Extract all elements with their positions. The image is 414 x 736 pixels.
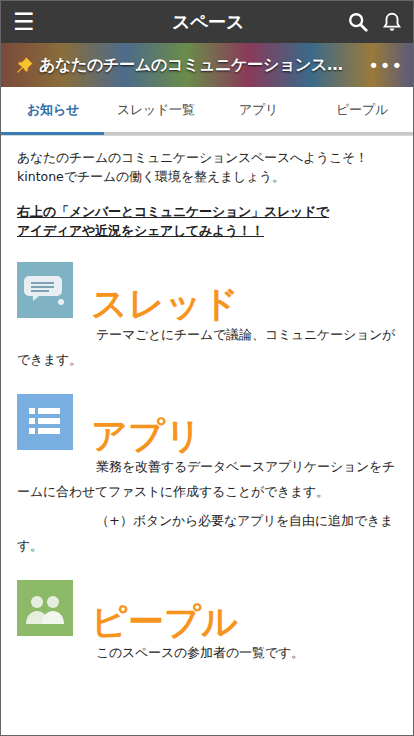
tab[interactable]: スレッド一覧 — [104, 87, 207, 135]
top-actions — [343, 11, 403, 33]
more-button[interactable]: ••• — [368, 55, 403, 76]
tab-label: ピープル — [336, 101, 388, 119]
highlight-text: 右上の「メンバーとコミュニケーション」スレッドでアイディアや近況をシェアしてみよ… — [17, 202, 397, 240]
tab[interactable]: お知らせ — [1, 87, 104, 135]
notice-content: あなたのチームのコミュニケーションスペースへようこそ！kintoneでチームの働… — [1, 136, 413, 665]
section-description: このスペースの参加者の一覧です。 — [17, 640, 397, 665]
thread-icon — [17, 262, 73, 318]
app-root: ☰スペースあなたのチームのコミュニケーションス…•••お知らせスレッド一覧アプリ… — [0, 0, 414, 736]
tab[interactable]: ピープル — [310, 87, 413, 135]
people-icon — [17, 580, 73, 636]
feature-section: スレッドテーマごとにチームで議論、コミュニケーションができます。 — [17, 262, 397, 372]
section-header: ピープル — [17, 580, 397, 636]
page-title: スペース — [73, 10, 343, 34]
top-bar: ☰スペース — [1, 1, 413, 43]
section-description: テーマごとにチームで議論、コミュニケーションができます。 — [17, 322, 397, 372]
search-icon[interactable] — [347, 11, 369, 33]
section-title: スレッド — [91, 282, 239, 326]
tab-bar: お知らせ スレッド一覧 アプリ ピープル — [1, 87, 413, 136]
intro-line: あなたのチームのコミュニケーションスペースへようこそ！ — [17, 148, 397, 167]
highlight-line: アイディアや近況をシェアしてみよう！！ — [17, 221, 397, 240]
space-banner: あなたのチームのコミュニケーションス…••• — [1, 43, 413, 87]
pin-icon[interactable] — [15, 55, 35, 75]
section-title: ピープル — [91, 600, 238, 644]
section-description: （+）ボタンから必要なアプリを自由に追加できます。 — [17, 508, 397, 558]
tab-label: スレッド一覧 — [117, 101, 195, 119]
tab[interactable]: アプリ — [207, 87, 310, 135]
intro-line: kintoneでチームの働く環境を整えましょう。 — [17, 167, 397, 186]
tab-label: お知らせ — [27, 101, 79, 119]
app-icon — [17, 394, 73, 450]
intro-text: あなたのチームのコミュニケーションスペースへようこそ！kintoneでチームの働… — [17, 148, 397, 186]
feature-section: ピープルこのスペースの参加者の一覧です。 — [17, 580, 397, 665]
tab-label: アプリ — [239, 101, 278, 119]
highlight-line: 右上の「メンバーとコミュニケーション」スレッドで — [17, 202, 397, 221]
section-header: アプリ — [17, 394, 397, 450]
menu-button[interactable]: ☰ — [13, 10, 73, 34]
feature-section: アプリ業務を改善するデータベースアプリケーションをチームに合わせてファストに作成… — [17, 394, 397, 558]
section-description: 業務を改善するデータベースアプリケーションをチームに合わせてファストに作成するこ… — [17, 454, 397, 504]
section-header: スレッド — [17, 262, 397, 318]
section-title: アプリ — [91, 414, 202, 458]
bell-icon[interactable] — [381, 11, 403, 33]
space-title: あなたのチームのコミュニケーションス… — [39, 55, 364, 76]
